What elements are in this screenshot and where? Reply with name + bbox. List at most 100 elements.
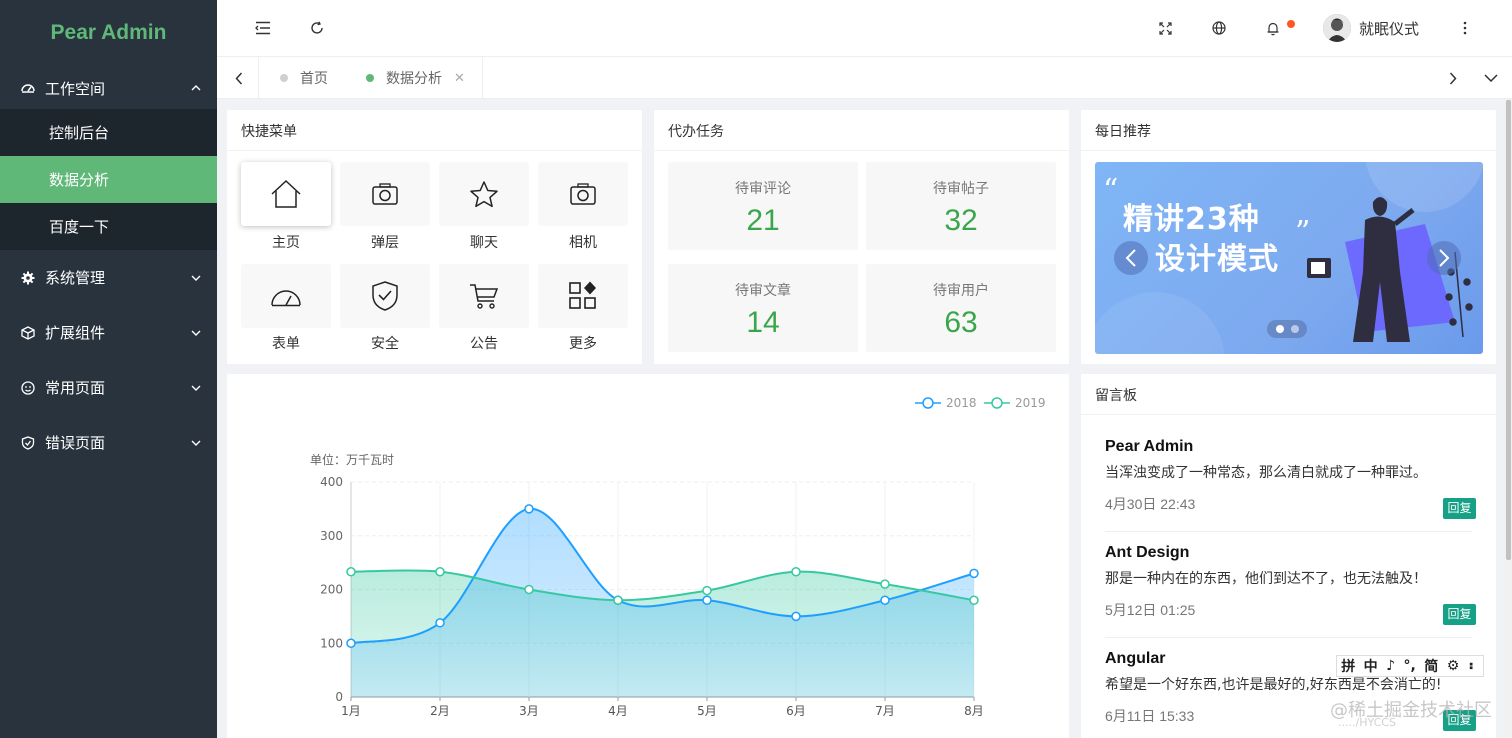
sidebar-group-system[interactable]: 系统管理	[0, 250, 217, 305]
cart-icon	[470, 284, 499, 309]
legend-marker	[922, 397, 934, 409]
quick-menu-notice[interactable]	[439, 264, 529, 328]
message-author: Ant Design	[1105, 544, 1190, 561]
message-text: 当浑浊变成了一种常态，那么清白就成了一种罪过。	[1105, 465, 1427, 481]
sidebar-group-workspace[interactable]: 工作空间	[0, 67, 217, 109]
task-count: 14	[746, 306, 780, 339]
chart-unit-label: 单位：万千瓦时	[310, 452, 394, 467]
ime-char[interactable]: ⚙	[1447, 658, 1460, 674]
chevron-down-icon	[191, 275, 201, 281]
message-time: 5月12日 01:25	[1105, 602, 1196, 618]
quick-menu-label: 公告	[470, 336, 498, 352]
quick-menu-label: 聊天	[470, 235, 498, 251]
quick-menu-form[interactable]	[241, 264, 331, 328]
ime-char[interactable]: 简	[1424, 656, 1438, 676]
legend-label: 2019	[1015, 396, 1046, 410]
quick-menu-camera[interactable]	[538, 162, 628, 226]
ime-char[interactable]: ♪	[1386, 658, 1395, 674]
sidebar-group-label: 扩展组件	[45, 324, 106, 342]
ime-toolbar[interactable]: 拼 中 ♪ °, 简 ⚙ ⠆	[1336, 655, 1484, 677]
apps-icon	[569, 281, 596, 309]
task-pending-articles[interactable]: 待审文章 14	[668, 264, 858, 352]
message-item: Ant Design 那是一种内在的东西，他们到达不了，也无法触及！ 5月12日…	[1105, 544, 1473, 620]
submenu-workspace: 控制后台 数据分析 百度一下	[0, 109, 217, 250]
more-vertical-icon[interactable]	[1455, 18, 1475, 38]
scrollbar-thumb[interactable]	[1506, 100, 1511, 560]
tab-scroll-right-icon[interactable]	[1443, 68, 1463, 88]
refresh-icon[interactable]	[307, 18, 327, 38]
reply-button[interactable]: 回复	[1443, 604, 1476, 625]
x-tick-label: 8月	[964, 704, 984, 718]
camera-icon	[372, 183, 398, 205]
watermark-sub: ...../HYCCS	[1338, 716, 1396, 729]
data-point	[880, 579, 890, 589]
ime-char[interactable]: 中	[1364, 656, 1378, 676]
ime-char[interactable]: ⠆	[1468, 658, 1479, 674]
sidebar-item-analysis[interactable]: 数据分析	[0, 156, 217, 203]
avatar[interactable]	[1323, 14, 1351, 42]
fullscreen-icon[interactable]	[1155, 18, 1175, 38]
menu-fold-icon[interactable]	[253, 18, 273, 38]
quick-menu-card: 快捷菜单 主页 弹层 聊天 相机 表单 安全 公告 更多	[227, 110, 642, 364]
task-label: 待审帖子	[933, 181, 989, 197]
area-chart[interactable]: 2018 2019 单位：万千瓦时 0 100 200 300 400 1月 2月 3月 4月 5…	[227, 374, 1069, 738]
quick-menu-label: 表单	[272, 336, 300, 352]
quick-menu-layer[interactable]	[340, 162, 430, 226]
quick-menu-security[interactable]	[340, 264, 430, 328]
quick-menu-more[interactable]	[538, 264, 628, 328]
task-label: 待审评论	[735, 181, 791, 197]
x-tick-label: 1月	[341, 704, 361, 718]
task-pending-users[interactable]: 待审用户 63	[866, 264, 1056, 352]
message-item: Pear Admin 当浑浊变成了一种常态，那么清白就成了一种罪过。 4月30日…	[1105, 438, 1473, 514]
app-logo[interactable]: Pear Admin	[0, 0, 217, 65]
data-point	[435, 567, 445, 577]
user-name[interactable]: 就眠仪式	[1359, 18, 1419, 39]
carousel-banner[interactable]: “ ” 精讲23种 设计模式	[1095, 162, 1483, 354]
tab-home[interactable]: 首页	[280, 57, 328, 99]
quick-menu-chat[interactable]	[439, 162, 529, 226]
sidebar-group-error-pages[interactable]: 错误页面	[0, 415, 217, 470]
tab-bar: 首页 数据分析 ✕	[217, 57, 1512, 99]
svg-text:”: ”	[1295, 215, 1310, 250]
data-point	[346, 567, 356, 577]
task-count: 63	[944, 306, 978, 339]
tab-dropdown-icon[interactable]	[1481, 68, 1501, 88]
task-pending-posts[interactable]: 待审帖子 32	[866, 162, 1056, 250]
sidebar-item-baidu[interactable]: 百度一下	[0, 203, 217, 250]
y-tick-label: 400	[320, 475, 343, 489]
notification-badge	[1287, 20, 1295, 28]
legend-label: 2018	[946, 396, 977, 410]
banner-illustration: “ ”	[1095, 162, 1483, 354]
data-point	[969, 595, 979, 605]
task-pending-comments[interactable]: 待审评论 21	[668, 162, 858, 250]
sidebar-item-console[interactable]: 控制后台	[0, 109, 217, 156]
close-icon[interactable]: ✕	[454, 71, 465, 86]
gauge-icon	[271, 290, 301, 307]
globe-icon[interactable]	[1209, 18, 1229, 38]
smile-icon	[20, 380, 36, 396]
message-text: 希望是一个好东西,也许是最好的,好东西是不会消亡的!	[1105, 677, 1442, 693]
sidebar-group-label: 系统管理	[45, 269, 106, 287]
sidebar-group-common-pages[interactable]: 常用页面	[0, 360, 217, 415]
y-tick-label: 100	[320, 636, 343, 650]
tab-scroll-left-icon[interactable]	[229, 68, 249, 88]
banner-title-line1: 精讲23种	[1123, 202, 1260, 237]
shield-check-icon	[372, 281, 398, 311]
sidebar-group-label: 常用页面	[45, 379, 106, 397]
task-count: 21	[746, 204, 780, 237]
chart-card: 2018 2019 单位：万千瓦时 0 100 200 300 400 1月 2月 3月 4月 5…	[227, 374, 1069, 738]
ime-char[interactable]: 拼	[1341, 656, 1355, 676]
svg-text:“: “	[1103, 173, 1118, 208]
tab-label: 首页	[300, 71, 328, 87]
quick-menu-home[interactable]	[241, 162, 331, 226]
task-label: 待审用户	[933, 283, 989, 299]
x-tick-label: 6月	[786, 704, 806, 718]
tab-data-analysis[interactable]: 数据分析 ✕	[366, 57, 465, 99]
bell-icon[interactable]	[1263, 18, 1283, 38]
sidebar-group-extensions[interactable]: 扩展组件	[0, 305, 217, 360]
x-tick-label: 2月	[430, 704, 450, 718]
tab-status-dot	[280, 74, 288, 82]
reply-button[interactable]: 回复	[1443, 498, 1476, 519]
ime-char[interactable]: °,	[1404, 658, 1416, 674]
data-point	[524, 584, 534, 595]
